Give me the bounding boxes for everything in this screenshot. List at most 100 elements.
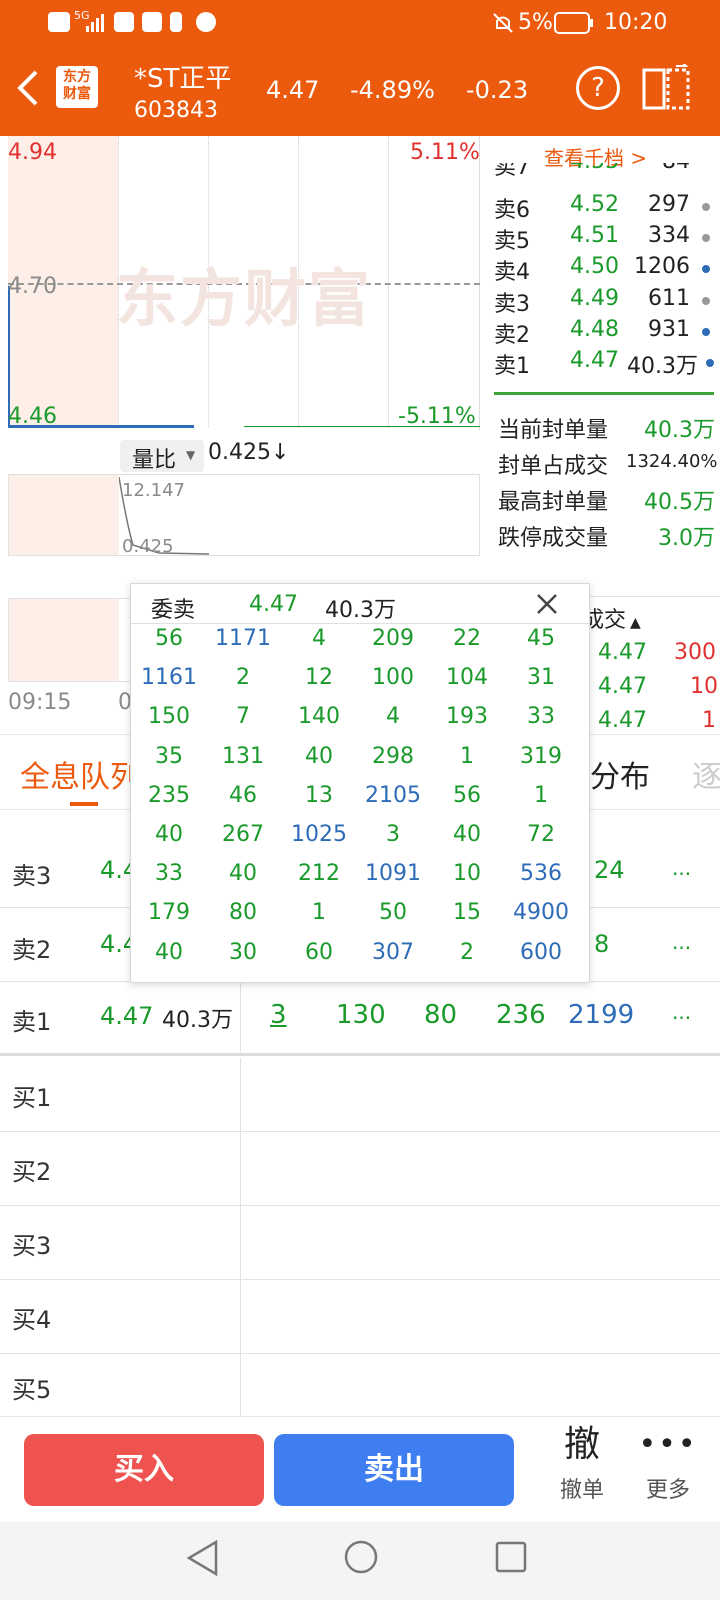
subchart-min-label: 0.425 <box>122 536 174 557</box>
intraday-chart[interactable]: 东方财富 <box>8 136 480 430</box>
order-detail-popup: 委卖 4.47 40.3万 56 1171 4 209 22 45 1161 2 12 100 10… <box>130 583 590 983</box>
order-cell[interactable]: 236 <box>496 1000 546 1030</box>
popup-order-cell: 30 <box>229 939 257 965</box>
tab-distribution[interactable]: 分布 <box>590 752 650 796</box>
order-cell[interactable]: 130 <box>336 1000 386 1030</box>
ask-label: 卖4 <box>494 260 530 285</box>
indicator-label: 量比 <box>132 448 177 473</box>
buy-button[interactable]: 买入 <box>24 1434 264 1506</box>
indicator-selector[interactable]: 量比 ▼ <box>120 440 204 473</box>
order-cell[interactable]: 2199 <box>568 1000 634 1030</box>
stat-value: 1324.40% <box>626 451 718 472</box>
popup-order-cell: 600 <box>520 939 562 965</box>
popup-order-cell: 1171 <box>215 626 271 651</box>
row-label: 卖1 <box>12 1008 52 1036</box>
more-orders[interactable]: ... <box>672 930 691 954</box>
popup-order-cell: 3 <box>386 822 400 847</box>
popup-order-cell: 1 <box>312 900 326 926</box>
volume-ratio-chart[interactable] <box>8 474 480 556</box>
status-dot <box>702 234 710 242</box>
popup-order-cell: 40 <box>229 861 257 887</box>
order-cell[interactable]: 3 <box>270 1000 287 1030</box>
ask-price: 4.50 <box>570 254 619 279</box>
queue-row-buy2[interactable]: 买2 <box>0 1132 720 1206</box>
ask-label: 卖3 <box>494 292 530 317</box>
popup-order-cell: 40 <box>305 743 333 769</box>
queue-row-buy4[interactable]: 买4 <box>0 1280 720 1354</box>
popup-order-cell: 33 <box>155 861 183 887</box>
row-label: 买1 <box>12 1084 52 1112</box>
stat-value: 3.0万 <box>658 526 715 551</box>
popup-order-cell: 60 <box>305 939 333 965</box>
ask-price: 4.48 <box>570 317 619 342</box>
limit-divider <box>494 392 714 395</box>
change-amount: -0.23 <box>466 76 529 104</box>
help-icon[interactable]: ? <box>576 66 620 110</box>
popup-order-cell: 72 <box>527 822 555 847</box>
ask-label: 卖5 <box>494 229 530 254</box>
tab-detail[interactable]: 逐 <box>692 752 720 796</box>
queue-row-buy3[interactable]: 买3 <box>0 1206 720 1280</box>
order-cell[interactable]: 80 <box>424 1000 457 1030</box>
indicator-value-number: 0.425 <box>208 440 271 465</box>
column-divider <box>240 1058 241 1132</box>
more-orders[interactable]: ... <box>672 856 691 880</box>
more-button[interactable]: ••• 更多 <box>632 1424 704 1504</box>
popup-price: 4.47 <box>249 592 298 617</box>
stat-label: 跌停成交量 <box>498 526 609 551</box>
back-icon[interactable] <box>14 68 42 108</box>
app-header: 5G 5% 10:20 东方 财富 *ST正平 603843 4.47 -4.8… <box>0 0 720 136</box>
popup-order-cell: 7 <box>236 704 250 730</box>
popup-order-cell: 45 <box>527 626 555 651</box>
stat-value: 40.3万 <box>644 418 715 443</box>
queue-row-buy1[interactable]: 买1 <box>0 1058 720 1132</box>
split-layout-icon[interactable] <box>642 64 690 112</box>
nav-back-icon[interactable] <box>186 1540 220 1576</box>
ask-row: 卖2 4.48 931 <box>494 317 714 349</box>
ask-volume: 931 <box>648 317 690 342</box>
popup-order-cell: 150 <box>148 704 190 730</box>
trade-price: 4.47 <box>598 674 647 699</box>
queue-row-sell1[interactable]: 卖1 4.47 40.3万 3 130 80 236 2199 ... <box>0 982 720 1056</box>
price-low-pct-label: -5.11% <box>398 404 476 429</box>
ask-volume: 611 <box>648 286 690 311</box>
column-divider <box>240 1206 241 1280</box>
more-icon: ••• <box>638 1427 698 1462</box>
row-label: 买2 <box>12 1158 52 1186</box>
status-dot <box>702 265 710 273</box>
popup-order-cell: 209 <box>372 626 414 651</box>
row-label: 卖2 <box>12 936 52 964</box>
column-divider <box>240 1280 241 1354</box>
popup-order-cell: 1025 <box>291 822 347 847</box>
tab-queue[interactable]: 全息队列 <box>20 752 140 796</box>
signal-icon <box>86 14 104 32</box>
row-order: 24 <box>594 856 625 884</box>
row-price: 4.47 <box>100 1002 154 1030</box>
nav-recents-icon[interactable] <box>494 1540 528 1574</box>
popup-order-cell: 235 <box>148 782 190 808</box>
sell-button[interactable]: 卖出 <box>274 1434 514 1506</box>
ask-label: 卖1 <box>494 354 530 379</box>
queue-row-buy5[interactable]: 买5 <box>0 1354 720 1416</box>
column-divider <box>240 1354 241 1416</box>
time-start-label: 09:15 <box>8 690 72 715</box>
popup-order-cell: 298 <box>372 743 414 769</box>
stock-code: 603843 <box>134 98 218 123</box>
more-orders[interactable]: ... <box>672 1000 691 1024</box>
trade-volume: 1 <box>702 708 716 733</box>
watermark: 东方财富 <box>116 262 373 335</box>
popup-order-cell: 2 <box>236 665 250 691</box>
close-icon[interactable] <box>535 592 559 616</box>
auction-area <box>9 599 119 681</box>
browser-icon <box>196 12 216 32</box>
popup-order-cell: 319 <box>520 743 562 769</box>
popup-order-cell: 33 <box>527 704 555 730</box>
cancel-order-button[interactable]: 撤 撤单 <box>546 1424 618 1504</box>
popup-order-cell: 1 <box>460 743 474 769</box>
nav-home-icon[interactable] <box>342 1538 380 1576</box>
ask-volume: 84 <box>662 163 690 174</box>
popup-order-cell: 12 <box>305 665 333 691</box>
hd-icon <box>48 12 70 32</box>
stock-name[interactable]: *ST正平 <box>134 58 231 95</box>
ask-label: 卖7 <box>494 163 530 180</box>
